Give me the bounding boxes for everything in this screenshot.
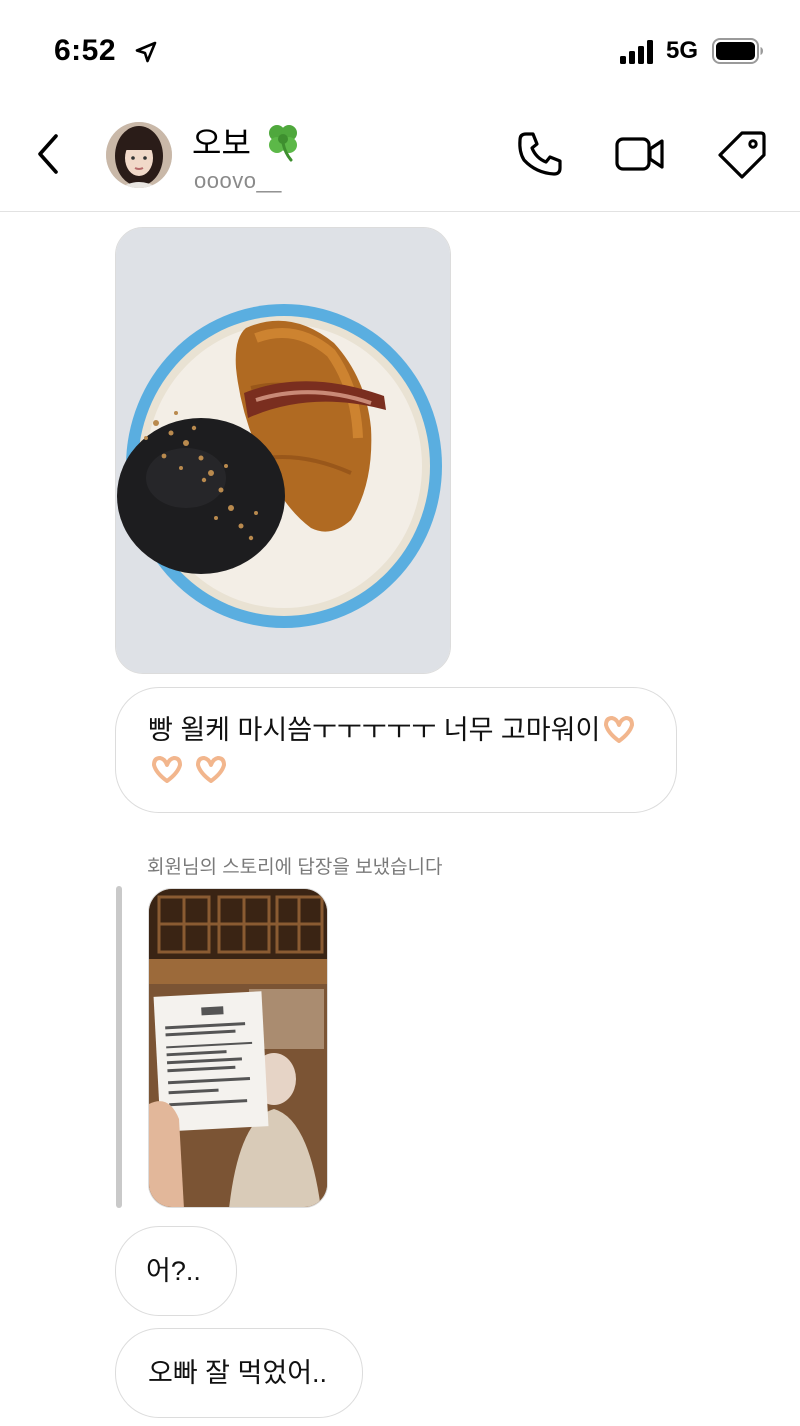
status-time: 6:52 bbox=[54, 34, 117, 67]
story-reply-caption: 회원님의 스토리에 답장을 보냈습니다 bbox=[147, 857, 443, 878]
message-text: 빵 욀케 마시씀ㅜㅜㅜㅜㅜ 너무 고마워이 bbox=[148, 715, 601, 745]
heart-hands-emoji-icon bbox=[152, 756, 182, 783]
story-thumbnail[interactable] bbox=[148, 888, 328, 1208]
location-arrow-icon bbox=[135, 41, 157, 63]
tag-icon[interactable] bbox=[716, 128, 768, 180]
avatar-image bbox=[106, 122, 172, 188]
video-call-icon[interactable] bbox=[614, 128, 666, 180]
story-reply-bar bbox=[116, 886, 122, 1208]
heart-hands-emoji-icon bbox=[604, 716, 635, 743]
photo-message[interactable] bbox=[115, 227, 451, 674]
phone-icon[interactable] bbox=[514, 128, 566, 180]
message-bubble[interactable]: 오빠 잘 먹었어.. bbox=[115, 1328, 363, 1418]
chat-header: 오보 ooovo__ bbox=[0, 100, 800, 212]
chevron-left-icon bbox=[38, 134, 58, 174]
status-bar: 6:52 5G bbox=[0, 0, 800, 100]
battery-icon bbox=[712, 38, 763, 64]
clover-icon bbox=[268, 125, 297, 162]
contact-handle[interactable]: ooovo__ bbox=[194, 168, 282, 194]
message-bubble[interactable]: 어?.. bbox=[115, 1226, 237, 1316]
network-type: 5G bbox=[666, 37, 699, 64]
message-text: 오빠 잘 먹었어.. bbox=[148, 1358, 328, 1388]
back-button[interactable] bbox=[28, 128, 68, 180]
message-bubble[interactable]: 빵 욀케 마시씀ㅜㅜㅜㅜㅜ 너무 고마워이 bbox=[115, 687, 677, 813]
heart-hands-emoji-icon bbox=[195, 756, 226, 783]
contact-name-row[interactable]: 오보 bbox=[192, 118, 305, 164]
story-receipt-photo bbox=[149, 889, 327, 1207]
bread-plate-photo bbox=[116, 228, 450, 673]
avatar[interactable] bbox=[106, 122, 172, 188]
message-text: 어?.. bbox=[146, 1256, 201, 1286]
contact-name: 오보 bbox=[192, 125, 251, 161]
signal-icon bbox=[620, 40, 653, 64]
